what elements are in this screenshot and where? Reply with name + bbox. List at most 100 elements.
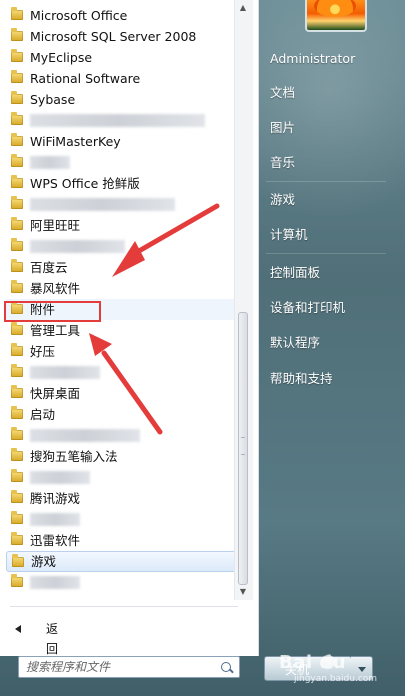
scroll-down-icon[interactable]: ▼ [239,588,247,596]
folder-icon [11,28,23,41]
back-arrow-icon [15,625,21,633]
program-label: 快屏桌面 [30,386,81,401]
watermark-sub-text: jingyan.baidu.com [294,674,378,684]
program-folder-item[interactable]: 暴风软件 [6,278,239,299]
program-label: Sybase [30,92,76,107]
program-folder-item[interactable]: 管理工具 [6,320,239,341]
program-folder-item[interactable]: 快屏桌面 [6,383,239,404]
program-label: 阿里旺旺 [30,218,81,233]
program-label: 启动 [30,407,56,422]
baidu-watermark: Bai du jingyan.baidu.com [276,650,394,688]
blurred-label [30,366,100,379]
program-folder-item[interactable] [6,194,239,215]
blurred-label [30,156,70,169]
right-item-documents[interactable]: 文档 [270,84,295,102]
program-label: 好压 [30,344,56,359]
footer-separator [10,606,238,607]
program-list-scrollbar[interactable]: ▲ ▼ [234,0,253,600]
program-list-panel: Microsoft Office Microsoft SQL Server 200… [0,0,259,656]
program-folder-item[interactable] [6,425,239,446]
blurred-label [30,513,80,526]
program-label: MyEclipse [30,50,93,65]
folder-icon [11,259,23,272]
right-separator [266,181,386,182]
folder-icon [11,427,23,440]
program-folder-item[interactable]: WPS Office 抢鲜版 [6,173,239,194]
right-item-devices-printers[interactable]: 设备和打印机 [270,299,345,317]
watermark-main-text: Bai du [279,652,347,673]
program-folder-item[interactable]: WiFiMasterKey [6,131,239,152]
folder-icon [11,343,23,356]
folder-icon [11,406,23,419]
program-folder-item[interactable] [6,110,239,131]
program-folder-item[interactable] [6,236,239,257]
program-label: Microsoft SQL Server 2008 [30,29,197,44]
folder-icon [11,7,23,20]
scroll-grip-icon [241,437,245,455]
program-label: 管理工具 [30,323,81,338]
folder-icon [11,280,23,293]
program-folder-item[interactable] [6,467,239,488]
start-menu-window: Microsoft Office Microsoft SQL Server 200… [0,0,405,696]
user-avatar[interactable] [305,0,367,32]
folder-icon [11,238,23,251]
blurred-label [30,114,205,127]
program-label: 迅雷软件 [30,533,81,548]
search-input[interactable]: 搜索程序和文件 [18,656,240,678]
program-folder-item[interactable] [6,152,239,173]
program-label: 暴风软件 [30,281,81,296]
program-label: 腾讯游戏 [30,491,81,506]
folder-icon [11,112,23,125]
program-folder-item[interactable] [6,362,239,383]
blurred-label [30,429,140,442]
folder-icon [11,322,23,335]
program-folder-item[interactable]: 迅雷软件 [6,530,239,551]
all-programs-list: Microsoft Office Microsoft SQL Server 200… [6,5,239,593]
right-item-pictures[interactable]: 图片 [270,119,295,137]
folder-icon [11,133,23,146]
folder-icon [11,217,23,230]
program-label: WPS Office 抢鲜版 [30,176,140,191]
right-item-default-programs[interactable]: 默认程序 [270,334,320,352]
program-folder-item[interactable]: 腾讯游戏 [6,488,239,509]
folder-icon [11,70,23,83]
search-icon [221,662,231,672]
folder-icon [11,385,23,398]
program-folder-item[interactable]: Microsoft SQL Server 2008 [6,26,239,47]
program-folder-item[interactable] [6,572,239,593]
program-label: Microsoft Office [30,8,128,23]
folder-icon [11,154,23,167]
right-item-games[interactable]: 游戏 [270,191,295,209]
program-folder-item[interactable] [6,509,239,530]
folder-icon [11,469,23,482]
blurred-label [30,471,90,484]
program-folder-item[interactable]: Microsoft Office [6,5,239,26]
folder-icon [11,175,23,188]
program-label: 游戏 [31,554,57,569]
right-item-administrator[interactable]: Administrator [270,50,355,68]
program-folder-item[interactable]: 游戏 [6,551,239,572]
right-item-control-panel[interactable]: 控制面板 [270,264,320,282]
program-folder-item[interactable]: 搜狗五笔输入法 [6,446,239,467]
program-folder-item[interactable]: MyEclipse [6,47,239,68]
program-folder-item[interactable]: 百度云 [6,257,239,278]
scroll-thumb[interactable] [238,312,248,585]
right-item-music[interactable]: 音乐 [270,154,295,172]
folder-icon [11,511,23,524]
folder-icon [11,448,23,461]
program-label: WiFiMasterKey [30,134,121,149]
right-item-computer[interactable]: 计算机 [270,226,308,244]
right-item-help-support[interactable]: 帮助和支持 [270,370,333,388]
program-label: 百度云 [30,260,68,275]
folder-icon [11,49,23,62]
program-folder-item[interactable]: 启动 [6,404,239,425]
blurred-label [30,576,80,589]
folder-icon [11,91,23,104]
program-folder-item[interactable]: 好压 [6,341,239,362]
program-folder-item[interactable]: Rational Software [6,68,239,89]
scroll-up-icon[interactable]: ▲ [239,4,247,12]
search-placeholder: 搜索程序和文件 [26,660,111,674]
baidu-paw-icon [321,655,335,669]
program-folder-item[interactable]: 阿里旺旺 [6,215,239,236]
program-folder-item[interactable]: Sybase [6,89,239,110]
